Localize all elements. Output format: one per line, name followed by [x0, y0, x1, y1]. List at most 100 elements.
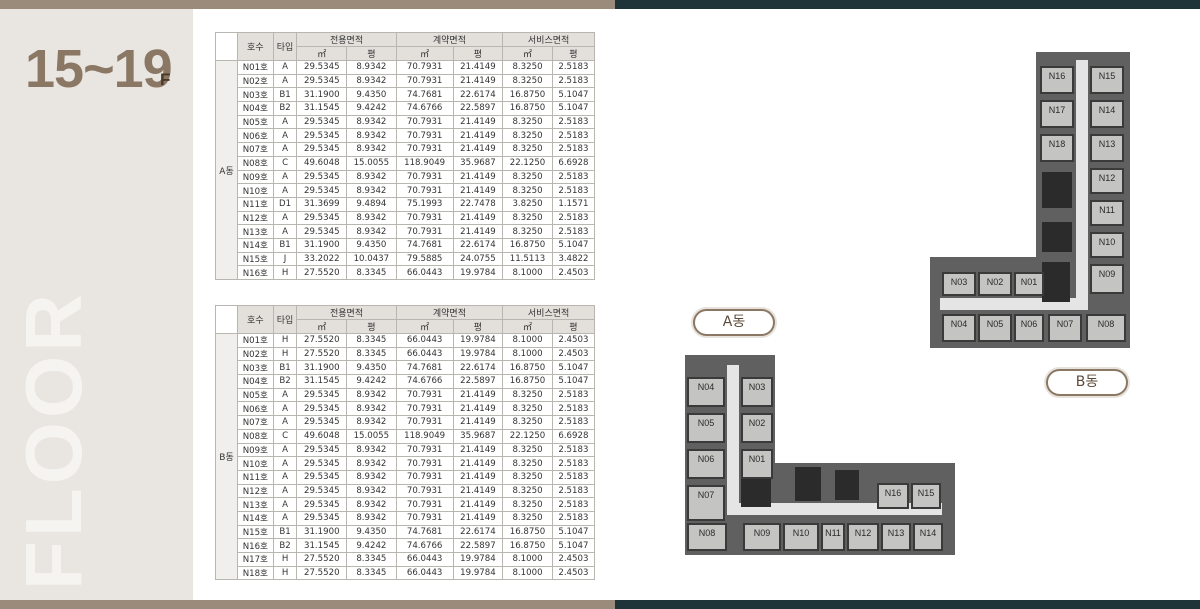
table-cell: 6.6928	[551, 155, 596, 171]
table-cell: B1	[272, 237, 298, 253]
table-cell: 15.0055	[346, 428, 397, 444]
table-cell: 8.9342	[346, 169, 397, 185]
table-cell: 8.9342	[346, 114, 397, 130]
table-cell: A	[272, 469, 298, 485]
unit-label: N02	[986, 277, 1004, 287]
table-cell: 22.1250	[502, 155, 553, 171]
floor-unit-n15: N15	[911, 483, 941, 509]
table-cell: 16.8750	[502, 87, 553, 103]
unit-label: N14	[919, 528, 937, 538]
table-cell: N16호	[237, 265, 274, 280]
table-cell: 70.7931	[395, 169, 454, 185]
col-ho: 호수	[237, 32, 274, 61]
table-cell: N02호	[237, 346, 274, 362]
plan-b-corridor	[1076, 60, 1088, 300]
table-cell: 27.5520	[296, 333, 348, 348]
table-row: N07호 A 29.5345 8.9342 70.7931 21.4149 8.3250 2.…	[216, 142, 596, 157]
table-cell: 8.9342	[346, 456, 397, 471]
table-cell: 2.5183	[551, 60, 596, 75]
table-cell: 8.1000	[502, 552, 553, 567]
unit-label: N06	[1020, 319, 1038, 329]
table-row: N10호 A 29.5345 8.9342 70.7931 21.4149 8.3250 2.…	[216, 456, 596, 471]
table-cell: 2.5183	[551, 456, 596, 471]
table-cell: 70.7931	[395, 73, 454, 89]
table-cell: 29.5345	[296, 456, 348, 471]
table-cell: 31.1545	[296, 101, 348, 116]
table-cell: 70.7931	[395, 387, 454, 403]
floor-title: 15~19	[25, 39, 173, 99]
table-cell: 2.5183	[551, 224, 596, 239]
area-table-b: 호수 타입 전용면적 계약면적 서비스면적 ㎡ 평 ㎡ 평 ㎡ 평 B동 N01호…	[215, 305, 596, 581]
table-cell: H	[272, 333, 298, 348]
unit-label: N10	[1098, 237, 1116, 247]
table-cell: N12호	[237, 210, 274, 226]
table-cell: 74.7681	[395, 524, 454, 540]
table-cell: N07호	[237, 415, 274, 430]
floor-unit-n10: N10	[783, 523, 819, 551]
unit-label: N07	[1056, 319, 1074, 329]
table-cell: 16.8750	[502, 374, 553, 389]
unit-label: N12	[854, 528, 872, 538]
table-cell: 22.6174	[452, 524, 504, 540]
table-cell: 29.5345	[296, 497, 348, 512]
unit-label: N12	[1098, 173, 1116, 183]
table-row: N05호 A 29.5345 8.9342 70.7931 21.4149 8.3250 2.…	[216, 387, 596, 403]
table-cell: 8.3250	[502, 387, 553, 403]
table-cell: A	[272, 401, 298, 417]
table-cell: 8.3345	[346, 565, 397, 581]
table-cell: C	[272, 155, 298, 171]
col-sqm: ㎡	[395, 319, 454, 334]
table-cell: 9.4350	[346, 237, 397, 253]
unit-label: N13	[1098, 139, 1116, 149]
floor-unit-n02: N02	[741, 413, 773, 443]
table-cell: 21.4149	[452, 510, 504, 526]
table-cell: 10.0437	[346, 251, 397, 267]
table-cell: 5.1047	[551, 237, 596, 253]
col-pyeong: 평	[551, 46, 596, 61]
table-cell: 8.3250	[502, 210, 553, 226]
table-cell: N06호	[237, 401, 274, 417]
floor-unit-n04: N04	[942, 314, 976, 342]
col-type: 타입	[272, 32, 298, 61]
table-cell: 74.7681	[395, 360, 454, 376]
table-cell: 21.4149	[452, 469, 504, 485]
table-cell: N12호	[237, 483, 274, 499]
table-cell: 2.4503	[551, 333, 596, 348]
table-row: A동 N01호 A 29.5345 8.9342 70.7931 21.4149 8.3250…	[215, 60, 596, 280]
table-cell: 19.9784	[452, 333, 504, 348]
table-cell: 8.3250	[502, 456, 553, 471]
table-cell: 31.3699	[296, 196, 348, 212]
floor-unit-n03: N03	[741, 377, 773, 407]
col-service: 서비스면적	[502, 32, 595, 47]
unit-label: N14	[1098, 105, 1116, 115]
table-cell: 3.8250	[502, 196, 553, 212]
table-cell: 70.7931	[395, 183, 454, 198]
table-cell: 21.4149	[452, 442, 504, 458]
table-cell: 5.1047	[551, 524, 596, 540]
table-cell: 24.0755	[452, 251, 504, 267]
table-cell: 35.9687	[452, 155, 504, 171]
table-cell: 29.5345	[296, 73, 348, 89]
floor-unit-n06: N06	[687, 449, 725, 479]
floor-unit-n14: N14	[913, 523, 943, 551]
table-cell: B1	[272, 87, 298, 103]
floor-unit-n07: N07	[1048, 314, 1082, 342]
table-cell: 75.1993	[395, 196, 454, 212]
table-cell: 118.9049	[395, 155, 454, 171]
table-cell: N05호	[237, 114, 274, 130]
table-cell: A	[272, 456, 298, 471]
table-cell: 9.4350	[346, 360, 397, 376]
table-b-body: B동 N01호 H 27.5520 8.3345 66.0443 19.9784 8.1000…	[215, 332, 596, 581]
floor-unit-n03: N03	[942, 272, 976, 296]
table-cell: 29.5345	[296, 442, 348, 458]
table-cell: N11호	[237, 469, 274, 485]
floor-plan-b: N16 N15 N17 N14 N18 N13 N12 N11 N10 N09 N03 N02 N01 N…	[930, 52, 1160, 348]
unit-label: N06	[697, 454, 715, 464]
table-cell: N03호	[237, 87, 274, 103]
table-cell: N01호	[237, 60, 274, 75]
dong-header	[215, 305, 238, 334]
table-cell: 21.4149	[452, 415, 504, 430]
floor-unit-n12: N12	[1090, 168, 1124, 194]
table-row: N16호 H 27.5520 8.3345 66.0443 19.9784 8.1000 2.…	[216, 265, 596, 280]
plan-a-core	[795, 467, 821, 501]
